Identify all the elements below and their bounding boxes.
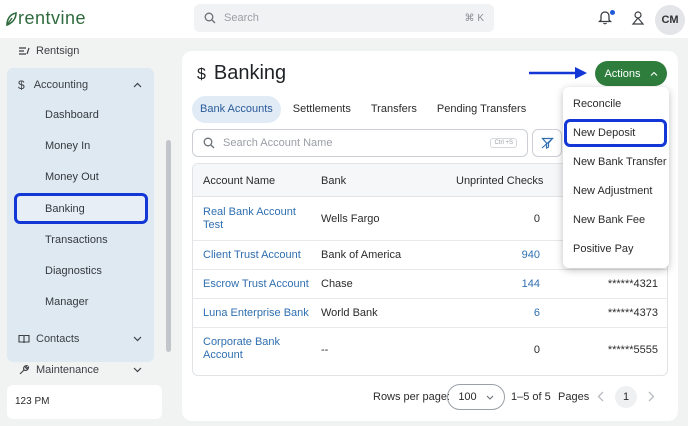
- account-name-link[interactable]: Corporate Bank Account: [203, 336, 303, 362]
- account-number: ******4373: [573, 307, 658, 320]
- page-number-current[interactable]: 1: [615, 386, 637, 408]
- actions-label: Actions: [604, 68, 640, 80]
- bank-name: --: [321, 344, 328, 357]
- search-shortcut: ⌘ K: [465, 13, 484, 24]
- tab-transfers[interactable]: Transfers: [363, 96, 425, 123]
- sidebar-item-transactions[interactable]: Transactions: [45, 234, 108, 246]
- filter-button[interactable]: [532, 129, 562, 157]
- chevron-up-icon: [133, 82, 142, 88]
- tab-settlements[interactable]: Settlements: [285, 96, 359, 123]
- bank-name: Wells Fargo: [321, 213, 379, 226]
- leaf-icon: [5, 12, 17, 26]
- chevron-left-icon[interactable]: [597, 391, 604, 402]
- tab-pending-transfers[interactable]: Pending Transfers: [429, 96, 534, 123]
- dollar-icon: $: [18, 78, 25, 92]
- account-search-input[interactable]: Search Account Name Ctrl +S: [192, 129, 528, 157]
- page-title: $ Banking: [197, 62, 286, 85]
- chevron-up-icon: [650, 71, 658, 76]
- actions-menu: Reconcile New Deposit New Bank Transfer …: [563, 87, 669, 268]
- sidebar-item-label: Accounting: [34, 79, 88, 91]
- time-display: 123 PM: [7, 385, 162, 419]
- rows-per-page-select[interactable]: 100: [447, 384, 505, 410]
- dollar-icon: $: [197, 66, 206, 84]
- sidebar-item-contacts[interactable]: Contacts: [18, 333, 146, 345]
- tab-bank-accounts[interactable]: Bank Accounts: [192, 96, 281, 123]
- new-deposit-highlight: [564, 119, 667, 147]
- book-icon: [18, 334, 30, 344]
- sidebar-item-money-in[interactable]: Money In: [45, 140, 90, 152]
- page-title-text: Banking: [214, 62, 286, 85]
- page-range: 1–5 of 5: [511, 391, 551, 403]
- filter-off-icon: [541, 137, 554, 149]
- account-name-link[interactable]: Escrow Trust Account: [203, 278, 309, 291]
- sidebar-item-rentsign[interactable]: Rentsign: [18, 45, 79, 57]
- sidebar-scrollbar[interactable]: [166, 140, 171, 352]
- arrow-right-icon: [528, 65, 590, 81]
- search-placeholder: Search: [224, 12, 465, 24]
- sidebar-item-dashboard[interactable]: Dashboard: [45, 109, 99, 121]
- top-bar: rentvine Search ⌘ K CM: [0, 0, 688, 38]
- rentvine-logo[interactable]: rentvine: [5, 8, 86, 29]
- tab-bar: Bank Accounts Settlements Transfers Pend…: [192, 96, 538, 123]
- sidebar-item-manager[interactable]: Manager: [45, 296, 88, 308]
- account-name-link[interactable]: Luna Enterprise Bank: [203, 307, 309, 320]
- table-row[interactable]: Luna Enterprise Bank World Bank 6 ******…: [193, 299, 667, 328]
- table-row[interactable]: Corporate Bank Account -- 0 ******5555: [193, 328, 667, 376]
- menu-item-positive-pay[interactable]: Positive Pay: [573, 243, 634, 255]
- sidebar-item-diagnostics[interactable]: Diagnostics: [45, 265, 102, 277]
- column-header-unprinted-checks[interactable]: Unprinted Checks: [456, 175, 543, 187]
- user-switch-icon[interactable]: [631, 10, 645, 26]
- sidebar-item-accounting[interactable]: $ Accounting: [18, 78, 146, 92]
- bank-name: World Bank: [321, 307, 378, 320]
- pages-label: Pages: [558, 391, 589, 403]
- account-number: ******5555: [573, 344, 658, 357]
- account-name-link[interactable]: Real Bank Account Test: [203, 206, 303, 232]
- sidebar: Rentsign $ Accounting Dashboard Money In…: [0, 38, 172, 426]
- notification-dot: [610, 10, 615, 15]
- menu-item-new-bank-transfer[interactable]: New Bank Transfer: [573, 156, 667, 168]
- column-header-bank[interactable]: Bank: [321, 175, 346, 187]
- account-number: ******4321: [573, 278, 658, 291]
- avatar[interactable]: CM: [655, 5, 685, 35]
- menu-item-new-adjustment[interactable]: New Adjustment: [573, 185, 652, 197]
- sign-icon: [18, 46, 30, 56]
- account-search-shortcut: Ctrl +S: [490, 138, 517, 148]
- rows-per-page-label: Rows per page:: [373, 391, 450, 403]
- sidebar-item-maintenance[interactable]: Maintenance: [18, 364, 146, 376]
- sidebar-item-money-out[interactable]: Money Out: [45, 171, 99, 183]
- bank-name: Bank of America: [321, 249, 401, 262]
- actions-button[interactable]: Actions: [595, 61, 667, 86]
- wrench-icon: [18, 364, 30, 376]
- table-row[interactable]: Escrow Trust Account Chase 144 ******432…: [193, 270, 667, 299]
- rows-per-page-value: 100: [458, 391, 476, 403]
- unprinted-checks-link[interactable]: 940: [500, 249, 540, 262]
- sidebar-item-banking[interactable]: Banking: [45, 203, 85, 215]
- search-icon: [204, 12, 216, 24]
- brand-name: rentvine: [18, 8, 86, 29]
- account-search-placeholder: Search Account Name: [223, 137, 490, 149]
- account-name-link[interactable]: Client Trust Account: [203, 249, 301, 262]
- sidebar-item-label: Contacts: [36, 333, 79, 345]
- chevron-down-icon: [133, 367, 142, 373]
- chevron-right-icon[interactable]: [648, 391, 655, 402]
- chevron-down-icon: [486, 395, 494, 400]
- unprinted-checks: 0: [500, 344, 540, 357]
- menu-item-reconcile[interactable]: Reconcile: [573, 98, 621, 110]
- chevron-down-icon: [133, 336, 142, 342]
- sidebar-item-label: Rentsign: [36, 45, 79, 57]
- menu-item-new-bank-fee[interactable]: New Bank Fee: [573, 214, 645, 226]
- unprinted-checks-link[interactable]: 6: [500, 307, 540, 320]
- search-icon: [203, 137, 215, 149]
- sidebar-item-label: Maintenance: [36, 364, 99, 376]
- global-search-input[interactable]: Search ⌘ K: [194, 4, 494, 32]
- unprinted-checks: 0: [500, 213, 540, 226]
- column-header-account-name[interactable]: Account Name: [203, 175, 275, 187]
- unprinted-checks-link[interactable]: 144: [500, 278, 540, 291]
- bank-name: Chase: [321, 278, 353, 291]
